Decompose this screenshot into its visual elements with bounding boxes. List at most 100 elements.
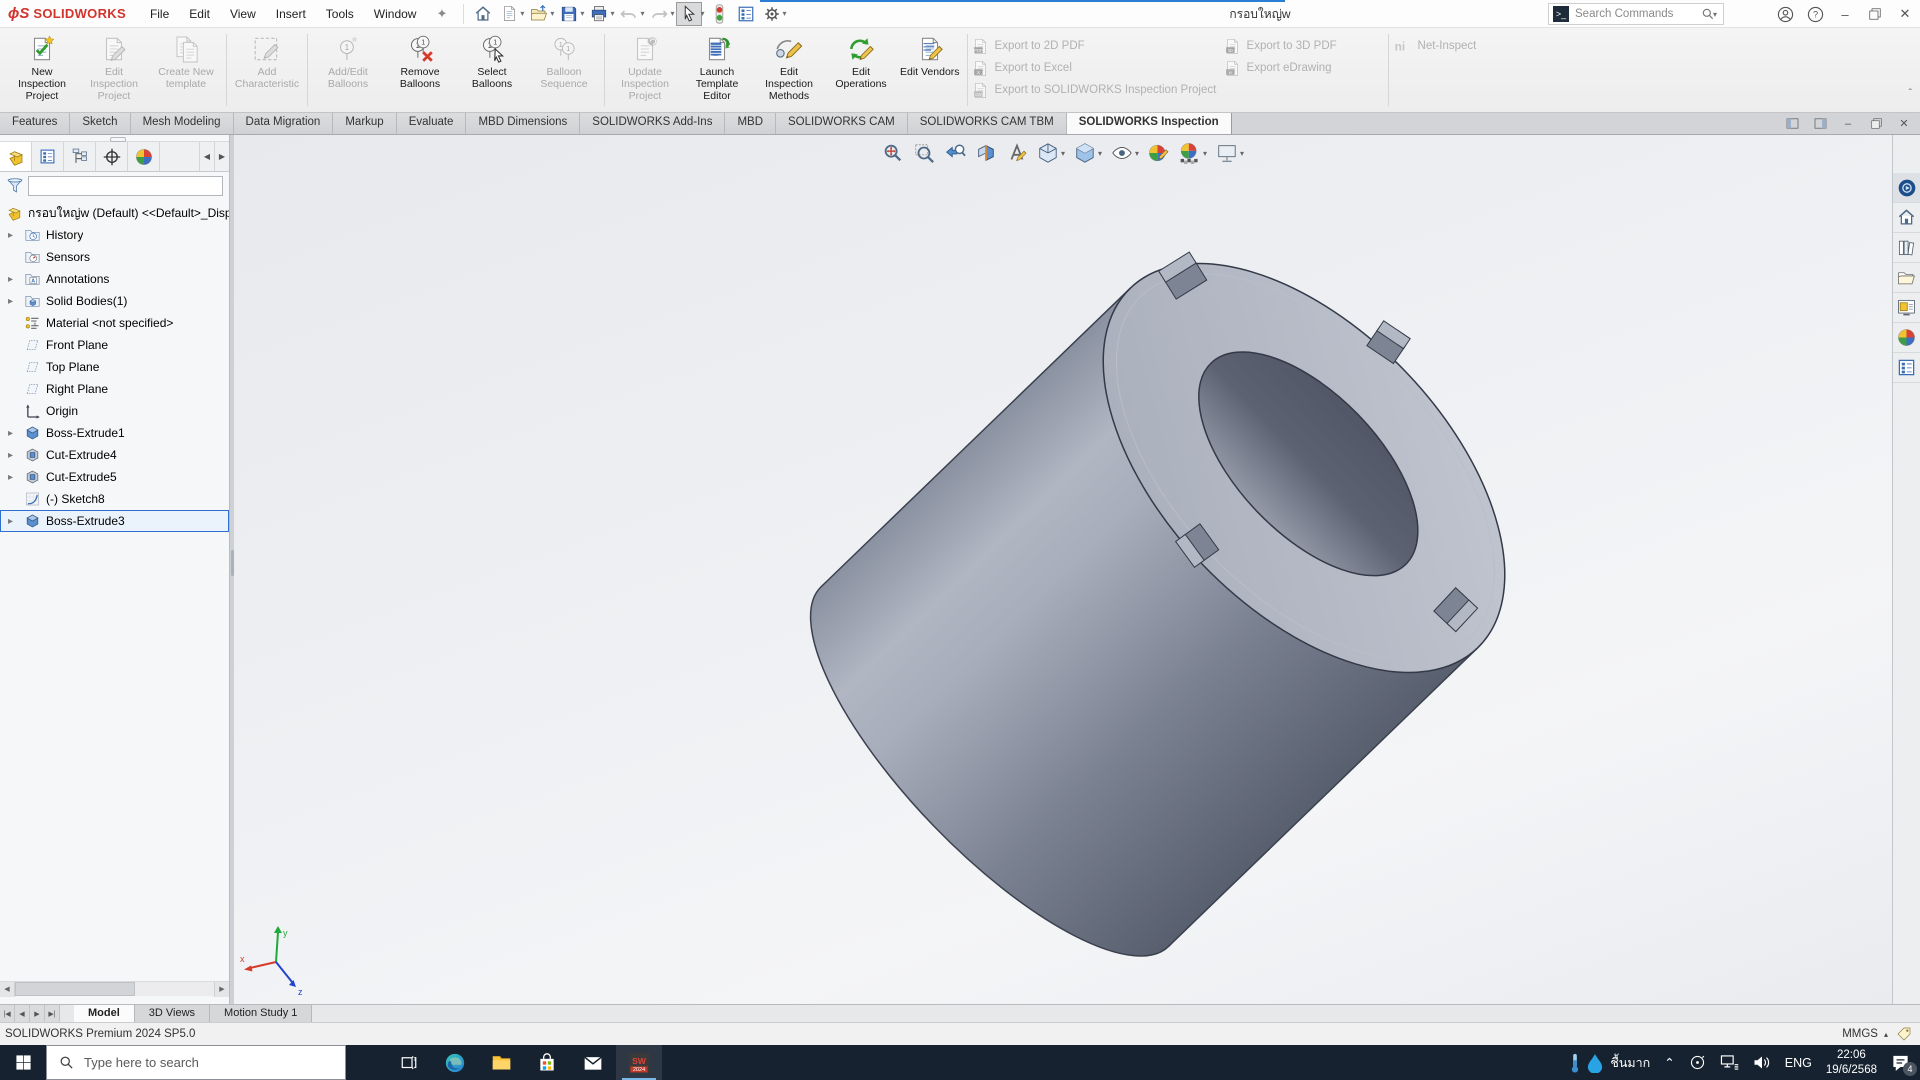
language-indicator[interactable]: ENG xyxy=(1785,1056,1812,1070)
options-gear-icon[interactable] xyxy=(759,2,785,26)
next-tab-icon[interactable]: ▶ xyxy=(30,1005,45,1022)
tab-sketch[interactable]: Sketch xyxy=(70,113,130,134)
tree-item-sketch8[interactable]: (-) Sketch8 xyxy=(0,488,229,510)
units-dropdown-icon[interactable]: ▴ xyxy=(1884,1030,1888,1039)
home-icon[interactable] xyxy=(1893,203,1920,233)
view-palette-icon[interactable] xyxy=(1893,293,1920,323)
first-tab-icon[interactable]: |◀ xyxy=(0,1005,15,1022)
tree-item-cut-extrude5[interactable]: ▸ Cut-Extrude5 xyxy=(0,466,229,488)
launch-template-editor-button[interactable]: Launch Template Editor xyxy=(681,32,753,104)
options-dropdown-icon[interactable]: ▾ xyxy=(783,9,787,18)
appearances-scenes-icon[interactable] xyxy=(1893,323,1920,353)
tree-item-top-plane[interactable]: Top Plane xyxy=(0,356,229,378)
tag-edit-icon[interactable] xyxy=(1896,1026,1912,1042)
expander-icon[interactable]: ▸ xyxy=(8,230,18,241)
dock-pane-left-icon[interactable] xyxy=(1780,114,1804,133)
tab-3d-views[interactable]: 3D Views xyxy=(135,1005,210,1022)
new-inspection-project-button[interactable]: New Inspection Project xyxy=(6,32,78,104)
open-icon[interactable] xyxy=(526,2,552,26)
restore-icon[interactable] xyxy=(1860,1,1890,27)
part-manager-icon[interactable] xyxy=(0,142,32,171)
expander-icon[interactable]: ▸ xyxy=(8,296,18,307)
last-tab-icon[interactable]: ▶| xyxy=(45,1005,60,1022)
custom-properties-icon[interactable] xyxy=(1893,353,1920,383)
print-icon[interactable] xyxy=(586,2,612,26)
tree-item-solid-bodies[interactable]: ▸ Solid Bodies(1) xyxy=(0,290,229,312)
tab-mbd[interactable]: MBD xyxy=(725,113,776,134)
rebuild-traffic-light-icon[interactable] xyxy=(707,2,733,26)
scrollbar-thumb[interactable] xyxy=(15,982,135,996)
property-manager-icon[interactable] xyxy=(32,142,64,171)
edge-icon[interactable] xyxy=(432,1045,478,1080)
doc-close-icon[interactable]: ✕ xyxy=(1892,114,1916,133)
tree-root-part[interactable]: กรอบใหญ่w (Default) <<Default>_Displ xyxy=(0,202,229,224)
pin-menu-icon[interactable]: ✦ xyxy=(426,6,457,22)
menu-edit[interactable]: Edit xyxy=(179,2,220,26)
design-library-icon[interactable] xyxy=(1893,233,1920,263)
expander-icon[interactable]: ▸ xyxy=(8,450,18,461)
action-center-icon[interactable]: 4 xyxy=(1891,1054,1910,1072)
solidworks-resources-icon[interactable] xyxy=(1893,173,1920,203)
tree-item-annotations[interactable]: ▸ A Annotations xyxy=(0,268,229,290)
expander-icon[interactable]: ▸ xyxy=(8,516,18,527)
search-dropdown-icon[interactable]: ▾ xyxy=(1713,10,1717,19)
tree-item-history[interactable]: ▸ History xyxy=(0,224,229,246)
cylinder-body[interactable] xyxy=(760,191,1578,1004)
dimxpert-manager-icon[interactable] xyxy=(96,142,128,171)
chevron-up-icon[interactable]: ⌃ xyxy=(1664,1055,1674,1070)
new-document-icon[interactable] xyxy=(496,2,522,26)
save-icon[interactable] xyxy=(556,2,582,26)
tree-item-boss-extrude1[interactable]: ▸ Boss-Extrude1 xyxy=(0,422,229,444)
taskbar-search-input[interactable]: Type here to search xyxy=(46,1045,346,1080)
file-explorer-icon[interactable] xyxy=(478,1045,524,1080)
login-user-icon[interactable] xyxy=(1770,1,1800,27)
select-balloons-button[interactable]: Select Balloons xyxy=(456,32,528,92)
doc-restore-icon[interactable] xyxy=(1864,114,1888,133)
mail-icon[interactable] xyxy=(570,1045,616,1080)
prev-tab-icon[interactable]: ◀ xyxy=(15,1005,30,1022)
edit-operations-button[interactable]: Edit Operations xyxy=(825,32,897,92)
scroll-right-icon[interactable]: ▶ xyxy=(214,142,229,171)
scroll-left-icon[interactable]: ◀ xyxy=(0,982,15,997)
select-dropdown-icon[interactable]: ▾ xyxy=(700,9,704,18)
tab-mbd-dimensions[interactable]: MBD Dimensions xyxy=(466,113,580,134)
units-selector[interactable]: MMGS ▴ xyxy=(1842,1028,1888,1040)
tab-solidworks-cam-tbm[interactable]: SOLIDWORKS CAM TBM xyxy=(908,113,1067,134)
tab-solidworks-inspection[interactable]: SOLIDWORKS Inspection xyxy=(1067,113,1232,134)
tree-item-cut-extrude4[interactable]: ▸ Cut-Extrude4 xyxy=(0,444,229,466)
scroll-left-icon[interactable]: ◀ xyxy=(199,142,214,171)
remove-balloons-button[interactable]: Remove Balloons xyxy=(384,32,456,92)
menu-tools[interactable]: Tools xyxy=(316,2,364,26)
tree-filter-input[interactable] xyxy=(28,176,223,196)
edit-inspection-methods-button[interactable]: Edit Inspection Methods xyxy=(753,32,825,104)
tree-item-material[interactable]: Material <not specified> xyxy=(0,312,229,334)
save-dropdown-icon[interactable]: ▾ xyxy=(580,9,584,18)
tree-item-origin[interactable]: Origin xyxy=(0,400,229,422)
task-view-icon[interactable] xyxy=(386,1045,432,1080)
store-icon[interactable] xyxy=(524,1045,570,1080)
start-icon[interactable] xyxy=(0,1045,46,1080)
display-pane-icon[interactable] xyxy=(733,2,759,26)
tab-evaluate[interactable]: Evaluate xyxy=(397,113,467,134)
collapse-ribbon-icon[interactable]: ˆ xyxy=(1909,88,1912,99)
tree-horizontal-scrollbar[interactable]: ◀ ▶ xyxy=(0,981,229,996)
tree-item-front-plane[interactable]: Front Plane xyxy=(0,334,229,356)
tab-features[interactable]: Features xyxy=(0,113,70,134)
close-icon[interactable]: ✕ xyxy=(1890,1,1920,27)
tree-item-sensors[interactable]: Sensors xyxy=(0,246,229,268)
part-model-cylinder[interactable]: y x z xyxy=(234,135,1892,1004)
graphics-viewport[interactable]: ▾ ▾ ▾ ▾ ▾ xyxy=(234,135,1892,1004)
menu-insert[interactable]: Insert xyxy=(266,2,316,26)
menu-file[interactable]: File xyxy=(140,2,179,26)
select-arrow-icon[interactable] xyxy=(676,2,702,26)
doc-minimize-icon[interactable]: – xyxy=(1836,114,1860,133)
open-dropdown-icon[interactable]: ▾ xyxy=(550,9,554,18)
print-dropdown-icon[interactable]: ▾ xyxy=(610,9,614,18)
tab-model[interactable]: Model xyxy=(74,1005,135,1022)
edit-vendors-button[interactable]: Edit Vendors xyxy=(897,32,963,80)
menu-view[interactable]: View xyxy=(220,2,266,26)
network-icon[interactable] xyxy=(1720,1054,1739,1071)
tree-item-boss-extrude3[interactable]: ▸ Boss-Extrude3 xyxy=(0,510,229,532)
tab-motion-study-1[interactable]: Motion Study 1 xyxy=(210,1005,312,1022)
menu-window[interactable]: Window xyxy=(364,2,427,26)
